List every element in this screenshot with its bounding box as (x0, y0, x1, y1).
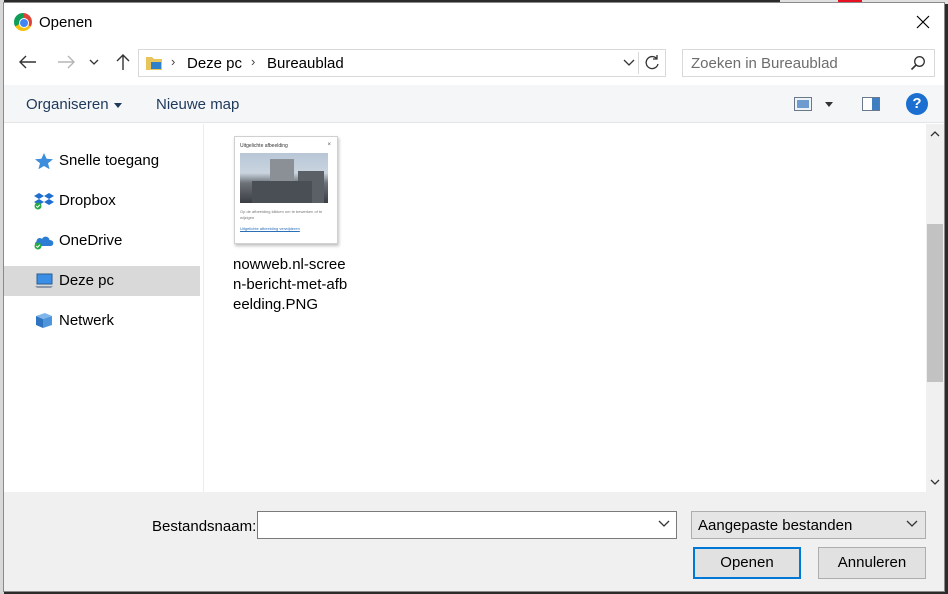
dialog-footer: Bestandsnaam: Aangepaste bestanden Opene… (4, 492, 944, 591)
arrow-right-icon (58, 55, 75, 69)
window-title: Openen (39, 14, 93, 31)
open-button[interactable]: Openen (693, 547, 801, 579)
sidebar-item-deze-pc[interactable]: Deze pc (4, 266, 200, 296)
address-divider (638, 52, 639, 74)
forward-button[interactable] (53, 49, 79, 75)
close-button[interactable] (908, 7, 938, 37)
breadcrumb-bureaublad[interactable]: Bureaublad (267, 55, 344, 72)
navigation-bar: › Deze pc › Bureaublad (4, 45, 944, 81)
new-folder-button[interactable]: Nieuwe map (156, 96, 239, 113)
sidebar-item-label: Snelle toegang (59, 152, 160, 169)
chevron-down-icon[interactable] (658, 520, 670, 528)
close-icon (916, 15, 930, 29)
sidebar-item-netwerk[interactable]: Netwerk (4, 306, 200, 336)
organize-menu-button[interactable]: Organiseren (26, 96, 122, 113)
arrow-up-icon (116, 54, 130, 70)
cancel-button[interactable]: Annuleren (818, 547, 926, 579)
folder-pc-icon (146, 57, 162, 70)
thumbnail-photo (240, 153, 328, 203)
help-button[interactable]: ? (906, 93, 928, 115)
arrow-left-icon (19, 55, 36, 69)
open-file-dialog: Openen › Deze pc › Bureaublad Zoeken in … (3, 2, 945, 592)
vertical-scrollbar[interactable] (926, 124, 944, 492)
address-bar[interactable]: › Deze pc › Bureaublad (138, 49, 666, 77)
back-button[interactable] (15, 49, 41, 75)
filetype-value: Aangepaste bestanden (698, 517, 853, 534)
preview-pane-icon[interactable] (862, 97, 880, 111)
filename-field[interactable] (257, 511, 677, 539)
thumbnail-close: × (327, 142, 331, 148)
scrollbar-thumb[interactable] (927, 224, 943, 382)
thumbnail-title: Uitgelichte afbeelding (240, 143, 288, 149)
file-list: Uitgelichte afbeelding × Op de afbeeldin… (204, 124, 926, 492)
navigation-pane: Snelle toegang Dropbox OneDrive Deze pc … (4, 124, 202, 492)
filename-input[interactable] (263, 516, 648, 534)
sidebar-item-onedrive[interactable]: OneDrive (4, 226, 200, 256)
star-icon (35, 153, 53, 170)
command-bar: Organiseren Nieuwe map ? (4, 85, 944, 123)
computer-icon (35, 273, 53, 288)
file-thumbnail[interactable]: Uitgelichte afbeelding × Op de afbeeldin… (234, 136, 338, 244)
sidebar-item-snelle-toegang[interactable]: Snelle toegang (4, 146, 200, 176)
chevron-down-icon (89, 59, 99, 65)
file-name[interactable]: nowweb.nl-screen-bericht-met-afbeelding.… (233, 255, 351, 315)
recent-locations-button[interactable] (84, 49, 104, 75)
filetype-select[interactable]: Aangepaste bestanden (691, 511, 926, 539)
dropbox-icon (34, 193, 54, 210)
search-input[interactable] (691, 54, 901, 72)
sidebar-item-label: Netwerk (59, 312, 115, 329)
organize-label: Organiseren (26, 96, 109, 113)
thumbnail-caption: Op de afbeelding klikken om te bewerken … (240, 209, 323, 220)
sidebar-item-label: Dropbox (59, 192, 116, 209)
refresh-icon[interactable] (642, 53, 662, 73)
thumbnail-link: Uitgelichte afbeelding verwijderen (240, 226, 300, 231)
chevron-down-icon (906, 520, 918, 527)
breadcrumb-deze-pc[interactable]: Deze pc (187, 55, 242, 72)
scroll-up-icon[interactable] (930, 130, 940, 138)
title-bar: Openen (4, 3, 944, 41)
view-options-caret-icon[interactable] (825, 102, 833, 107)
sidebar-item-label: OneDrive (59, 232, 123, 249)
search-icon[interactable] (910, 55, 926, 71)
scroll-down-icon[interactable] (930, 478, 940, 486)
building-shape (252, 181, 312, 203)
breadcrumb-separator: › (251, 54, 256, 69)
network-icon (36, 313, 52, 328)
search-box[interactable] (682, 49, 935, 77)
chrome-icon (14, 13, 32, 31)
filename-label: Bestandsnaam: (152, 518, 257, 535)
sidebar-item-label: Deze pc (59, 272, 115, 289)
onedrive-icon (34, 236, 54, 250)
sidebar-item-dropbox[interactable]: Dropbox (4, 186, 200, 216)
up-button[interactable] (110, 49, 136, 75)
breadcrumb-separator: › (171, 54, 176, 69)
caret-down-icon (113, 102, 122, 108)
chevron-down-icon[interactable] (623, 55, 635, 69)
change-view-icon[interactable] (794, 97, 812, 111)
